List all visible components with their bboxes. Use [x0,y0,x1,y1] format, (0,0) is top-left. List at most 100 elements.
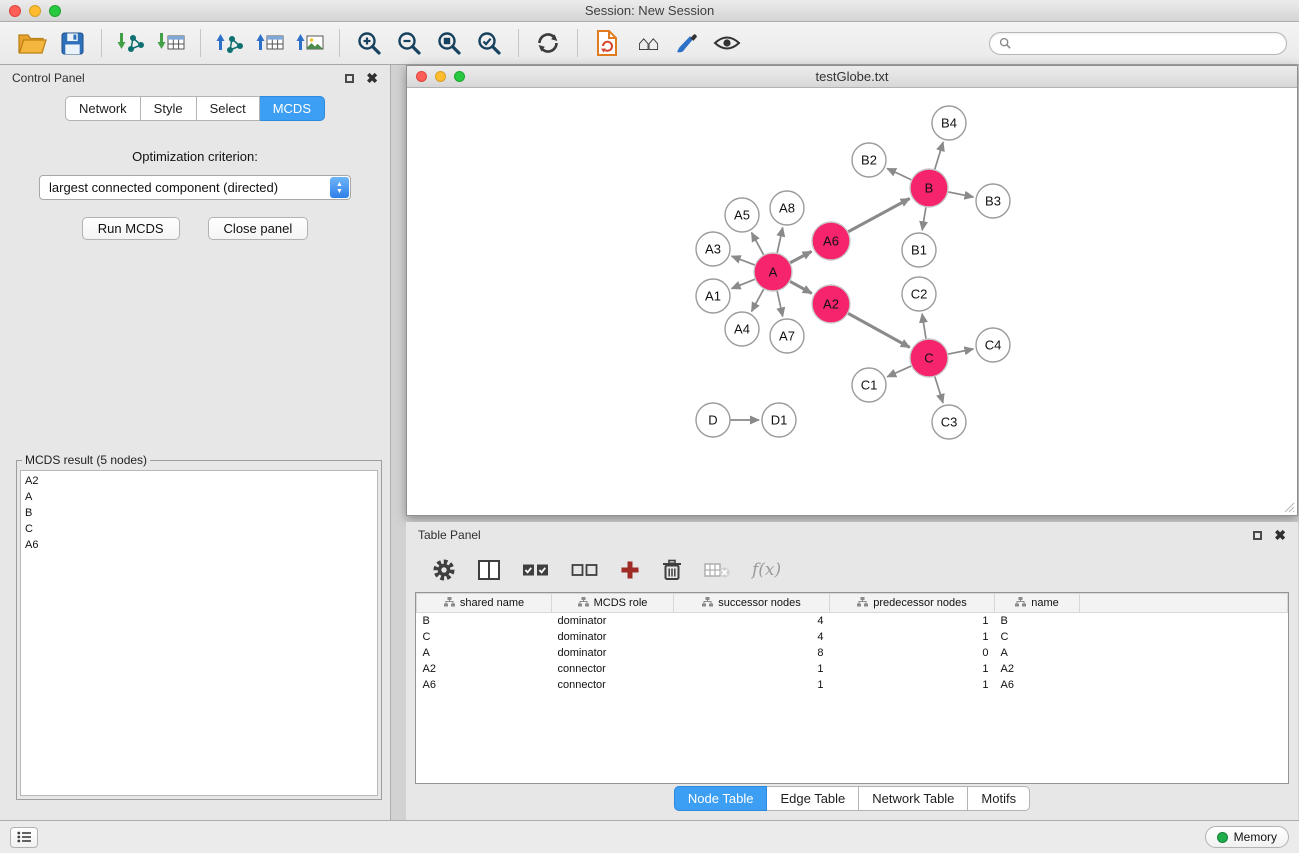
show-hide-button[interactable] [707,25,747,61]
table-tab-node-table[interactable]: Node Table [674,786,768,811]
table-cell[interactable]: 1 [830,661,995,677]
table-cell[interactable]: 1 [674,661,830,677]
edge-B-B4[interactable] [935,142,944,170]
table-row[interactable]: Adominator80A [417,645,1288,661]
mcds-result-item[interactable]: A6 [25,537,373,553]
node-A[interactable]: A [754,253,792,291]
node-C[interactable]: C [910,339,948,377]
node-A1[interactable]: A1 [696,279,730,313]
close-panel-icon[interactable]: ✖ [366,71,378,85]
show-columns-button[interactable] [478,560,500,580]
edge-A-A1[interactable] [732,279,756,289]
maximize-window-button[interactable] [49,5,61,17]
edge-B-B2[interactable] [887,168,912,180]
table-cell[interactable]: 1 [830,629,995,645]
node-A7[interactable]: A7 [770,319,804,353]
zoom-fit-button[interactable] [429,25,469,61]
column-header-name[interactable]: name [995,594,1080,613]
mcds-result-item[interactable]: C [25,521,373,537]
node-A3[interactable]: A3 [696,232,730,266]
edge-A-A4[interactable] [752,289,764,312]
node-A2[interactable]: A2 [812,285,850,323]
tab-style[interactable]: Style [141,96,197,121]
memory-button[interactable]: Memory [1205,826,1289,848]
edge-A-A8[interactable] [777,228,783,254]
table-cell[interactable]: dominator [552,629,674,645]
table-cell[interactable]: A [995,645,1080,661]
node-C1[interactable]: C1 [852,368,886,402]
open-session-button[interactable] [12,25,52,61]
export-table-button[interactable] [250,25,290,61]
run-mcds-button[interactable]: Run MCDS [82,217,180,240]
network-canvas[interactable]: B4B2BB3A5A8A6B1A3AC2A1A2A4A7C4CC1C3DD1 [408,89,1296,514]
table-cell[interactable]: 1 [830,677,995,693]
close-panel-button[interactable]: Close panel [208,217,309,240]
edge-A6-B[interactable] [848,198,910,231]
open-document-button[interactable] [587,25,627,61]
network-graph[interactable]: B4B2BB3A5A8A6B1A3AC2A1A2A4A7C4CC1C3DD1 [408,89,1298,516]
node-B1[interactable]: B1 [902,233,936,267]
save-session-button[interactable] [52,25,92,61]
column-header-predecessor-nodes[interactable]: predecessor nodes [830,594,995,613]
node-C4[interactable]: C4 [976,328,1010,362]
tab-select[interactable]: Select [197,96,260,121]
table-cell[interactable]: C [417,629,552,645]
node-D1[interactable]: D1 [762,403,796,437]
table-cell[interactable]: 8 [674,645,830,661]
search-input[interactable] [1016,36,1277,50]
delete-column-button[interactable] [662,559,682,581]
node-C3[interactable]: C3 [932,405,966,439]
refresh-view-button[interactable] [528,25,568,61]
table-row[interactable]: A6connector11A6 [417,677,1288,693]
edge-B-B3[interactable] [948,192,974,197]
edge-A2-C[interactable] [848,313,910,347]
edge-B-B1[interactable] [922,207,926,230]
node-B3[interactable]: B3 [976,184,1010,218]
table-tab-network-table[interactable]: Network Table [859,786,968,811]
mcds-result-item[interactable]: A2 [25,473,373,489]
import-network-from-file-button[interactable] [111,25,151,61]
function-builder-button[interactable]: f(x) [752,560,781,580]
table-cell[interactable]: connector [552,677,674,693]
node-D[interactable]: D [696,403,730,437]
export-network-button[interactable] [210,25,250,61]
node-A6[interactable]: A6 [812,222,850,260]
import-table-from-file-button[interactable] [151,25,191,61]
tab-mcds[interactable]: MCDS [260,96,325,121]
edge-C-C3[interactable] [935,376,943,403]
table-tab-motifs[interactable]: Motifs [968,786,1030,811]
tab-network[interactable]: Network [65,96,141,121]
table-cell[interactable]: C [995,629,1080,645]
resize-grip-icon[interactable] [1282,500,1295,513]
table-cell[interactable]: A6 [417,677,552,693]
table-cell[interactable]: dominator [552,645,674,661]
delete-table-button[interactable] [704,561,730,579]
table-cell[interactable]: A6 [995,677,1080,693]
node-A4[interactable]: A4 [725,312,759,346]
edge-A-A5[interactable] [752,233,764,256]
close-table-panel-icon[interactable]: ✖ [1274,528,1286,542]
edge-C-C1[interactable] [887,366,911,377]
table-cell[interactable]: 4 [674,613,830,629]
table-tab-edge-table[interactable]: Edge Table [767,786,859,811]
style-brush-button[interactable] [667,25,707,61]
select-all-button[interactable] [522,561,549,579]
home-layout-button[interactable]: ⌂⌂ [627,25,667,61]
node-A5[interactable]: A5 [725,198,759,232]
table-row[interactable]: A2connector11A2 [417,661,1288,677]
table-cell[interactable]: B [995,613,1080,629]
node-C2[interactable]: C2 [902,277,936,311]
table-cell[interactable]: A2 [417,661,552,677]
column-header-shared-name[interactable]: shared name [417,594,552,613]
table-cell[interactable]: 1 [674,677,830,693]
mcds-result-item[interactable]: B [25,505,373,521]
deselect-all-button[interactable] [571,561,598,579]
zoom-out-button[interactable] [389,25,429,61]
table-cell[interactable]: dominator [552,613,674,629]
minimize-window-button[interactable] [29,5,41,17]
export-image-button[interactable] [290,25,330,61]
table-cell[interactable]: B [417,613,552,629]
zoom-selected-button[interactable] [469,25,509,61]
optimization-dropdown[interactable]: largest connected component (directed) ▲… [39,175,351,200]
table-row[interactable]: Bdominator41B [417,613,1288,629]
